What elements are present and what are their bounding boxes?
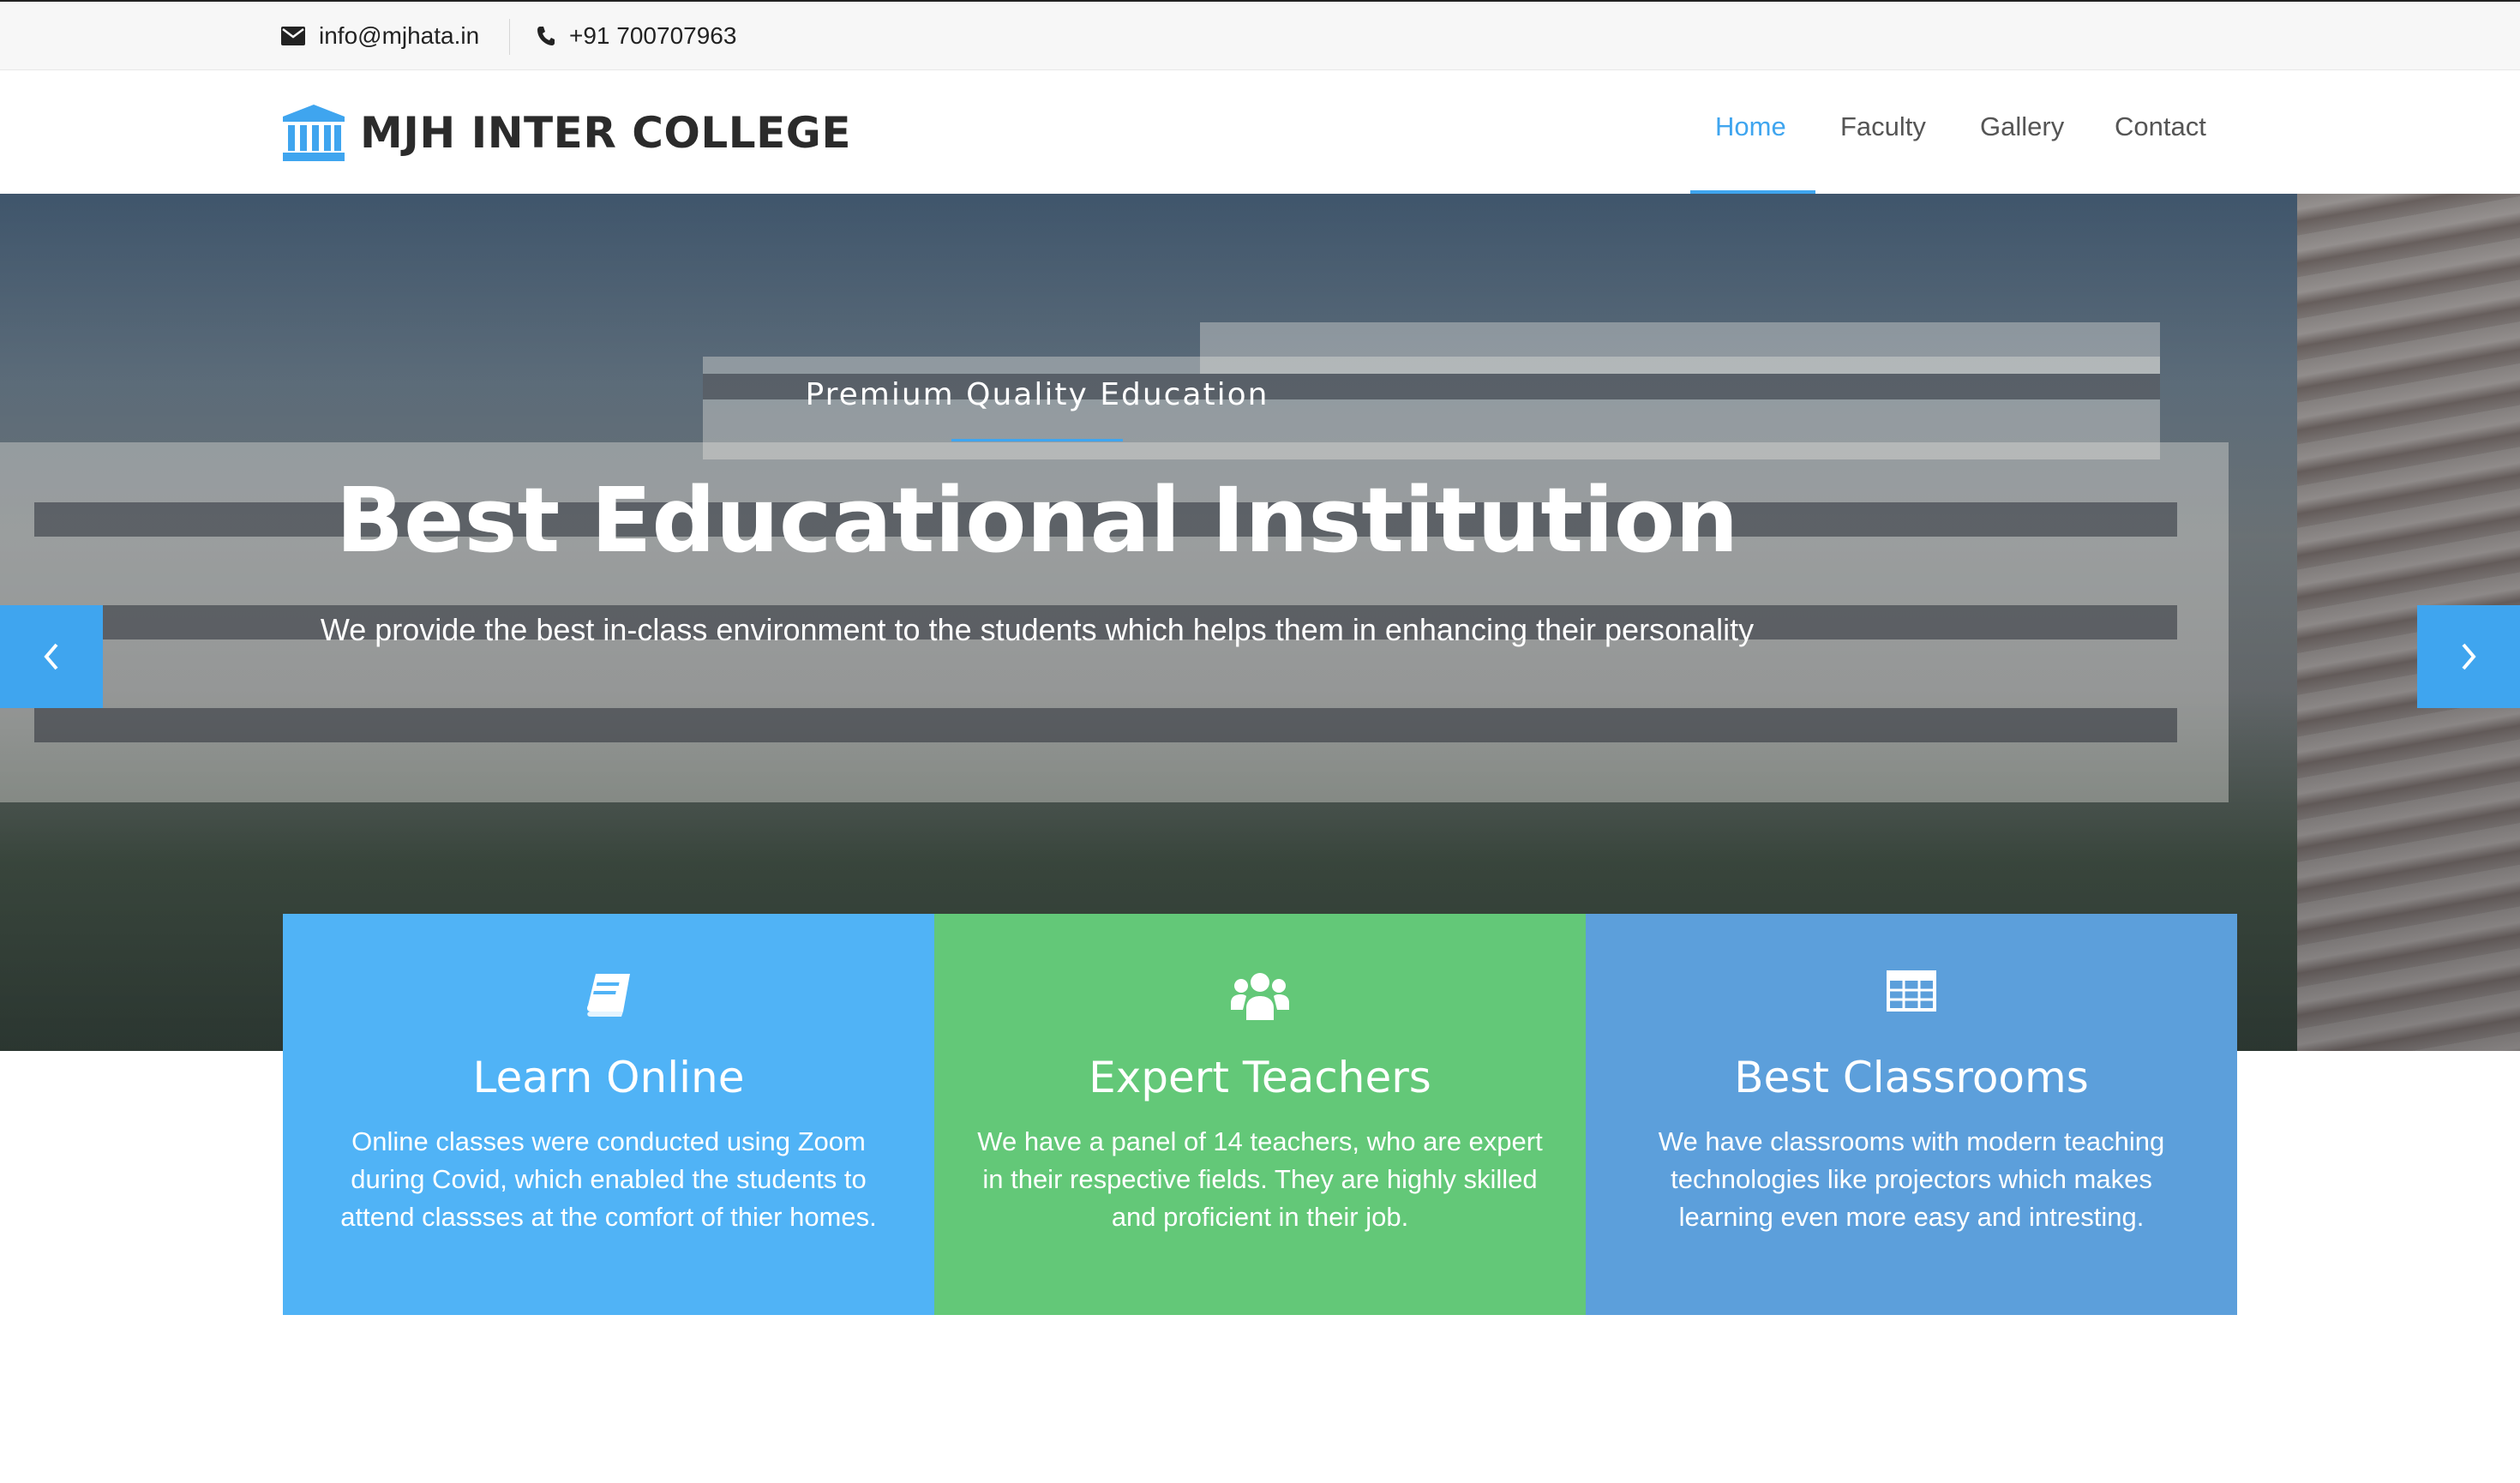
nav-contact[interactable]: Contact	[2115, 111, 2206, 142]
email-contact[interactable]: info@mjhata.in	[281, 2, 479, 70]
brand-name: MJH INTER COLLEGE	[360, 108, 852, 158]
top-contact-bar: info@mjhata.in +91 700707963	[0, 0, 2520, 70]
users-icon	[1231, 973, 1289, 1020]
feature-expert-teachers: Expert Teachers We have a panel of 14 te…	[934, 914, 1586, 1315]
nav-home[interactable]: Home	[1715, 111, 1786, 142]
feature-title: Expert Teachers	[1089, 1053, 1431, 1102]
institution-icon	[283, 105, 345, 161]
hero-title: Best Educational Institution	[335, 468, 1739, 573]
nav-gallery[interactable]: Gallery	[1980, 111, 2064, 142]
feature-description: Online classes were conducted using Zoom…	[340, 1126, 877, 1232]
prev-slide-button[interactable]	[0, 605, 103, 708]
chevron-left-icon	[44, 643, 58, 670]
hero-divider	[951, 439, 1123, 441]
hero-subtitle: Premium Quality Education	[805, 377, 1269, 412]
phone-contact[interactable]: +91 700707963	[537, 2, 736, 70]
feature-title: Best Classrooms	[1734, 1053, 2089, 1102]
feature-best-classrooms: Best Classrooms We have classrooms with …	[1586, 914, 2237, 1315]
brand-logo[interactable]: MJH INTER COLLEGE	[281, 103, 851, 163]
phone-icon	[537, 27, 555, 45]
feature-title: Learn Online	[472, 1053, 745, 1102]
chevron-right-icon	[2462, 643, 2476, 670]
next-slide-button[interactable]	[2417, 605, 2520, 708]
feature-description: We have a panel of 14 teachers, who are …	[977, 1126, 1543, 1232]
feature-learn-online: Learn Online Online classes were conduct…	[283, 914, 934, 1315]
feature-description: We have classrooms with modern teaching …	[1658, 1126, 2165, 1232]
email-text: info@mjhata.in	[319, 22, 480, 49]
phone-text: +91 700707963	[569, 22, 737, 49]
hero-description: We provide the best in-class environment…	[320, 612, 1755, 647]
nav-faculty[interactable]: Faculty	[1840, 111, 1926, 142]
feature-boxes: Learn Online Online classes were conduct…	[283, 914, 2237, 1315]
envelope-icon	[281, 27, 305, 45]
site-header: MJH INTER COLLEGE Home Faculty Gallery C…	[0, 70, 2520, 194]
topbar-divider	[509, 19, 510, 55]
table-icon	[1887, 970, 1936, 1012]
book-icon	[587, 974, 630, 1017]
